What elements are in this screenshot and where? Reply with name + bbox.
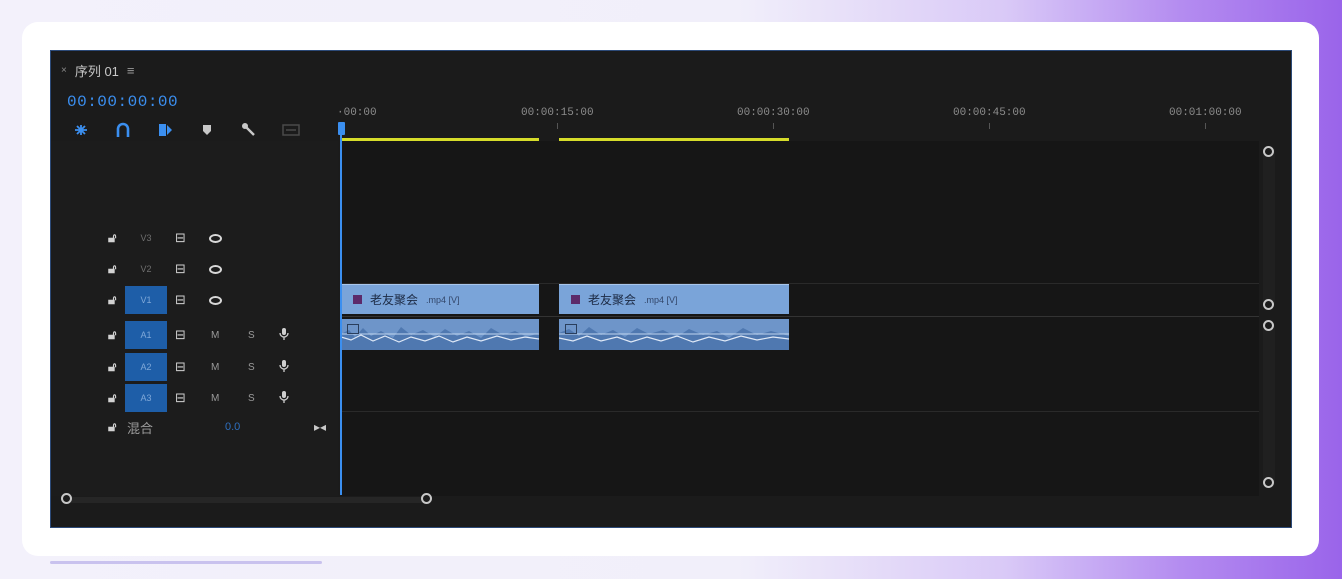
ruler-tick — [773, 123, 774, 129]
audio-clip-badge-icon — [347, 324, 359, 334]
timeline-panel: × 序列 01 ≡ 00:00:00:00 ·00:00 00:00:15:00… — [50, 50, 1292, 528]
track-header-v2: 🔓︎ V2 ⊟ — [51, 255, 338, 283]
track-header-mix: 🔓︎ 混合 0.0 ▸◂ — [51, 413, 338, 441]
snap-magnet-icon[interactable] — [113, 121, 133, 139]
ruler-label-15s: 00:00:15:00 — [521, 107, 594, 119]
track-header-a2: 🔓︎ A2 ⊟ M S — [51, 353, 338, 381]
scroll-knob[interactable] — [1263, 477, 1274, 488]
track-name[interactable]: V3 — [125, 224, 167, 252]
sync-lock-icon[interactable]: ⊟ — [175, 261, 186, 277]
lock-icon[interactable]: 🔓︎ — [108, 327, 116, 343]
clip-name: 老友聚会 — [370, 293, 419, 307]
clip-name: 老友聚会 — [588, 293, 637, 307]
mic-icon[interactable] — [279, 327, 289, 344]
ruler-label-45s: 00:00:45:00 — [953, 107, 1026, 119]
sync-lock-icon[interactable]: ⊟ — [175, 390, 186, 406]
fx-badge-icon — [571, 295, 580, 304]
timeline-toolbar — [71, 121, 301, 139]
sync-lock-icon[interactable]: ⊟ — [175, 230, 186, 246]
track-name[interactable]: A1 — [125, 321, 167, 349]
audio-waveform — [559, 327, 789, 350]
track-headers — [51, 141, 338, 496]
ruler-tick — [557, 123, 558, 129]
ripple-insert-icon[interactable] — [71, 121, 91, 139]
scroll-knob[interactable] — [1263, 146, 1274, 157]
playhead-timecode[interactable]: 00:00:00:00 — [67, 93, 178, 111]
solo-button[interactable]: S — [248, 330, 255, 341]
video-clip[interactable]: 老友聚会 .mp4 [V] — [559, 284, 789, 314]
video-vertical-scrollbar[interactable] — [1263, 147, 1275, 307]
audio-clip-badge-icon — [565, 324, 577, 334]
ruler-label-0: ·00:00 — [337, 107, 377, 119]
bowtie-icon[interactable]: ▸◂ — [314, 420, 326, 434]
video-clip[interactable]: 老友聚会 .mp4 [V] — [341, 284, 539, 314]
audio-clip[interactable] — [559, 319, 789, 350]
track-name[interactable]: V1 — [125, 286, 167, 314]
timeline-zoom-scrollbar[interactable] — [61, 491, 432, 509]
video-audio-divider — [341, 316, 1259, 317]
lock-icon[interactable]: 🔓︎ — [108, 230, 116, 246]
fx-badge-icon — [353, 295, 362, 304]
card-underline — [50, 561, 322, 564]
add-marker-icon[interactable] — [197, 121, 217, 139]
scroll-knob[interactable] — [1263, 320, 1274, 331]
sync-lock-icon[interactable]: ⊟ — [175, 359, 186, 375]
track-header-a3: 🔓︎ A3 ⊟ M S — [51, 384, 338, 412]
track-header-v3: 🔓︎ V3 ⊟ — [51, 224, 338, 252]
mix-volume-value[interactable]: 0.0 — [225, 421, 240, 433]
mic-icon[interactable] — [279, 359, 289, 376]
solo-button[interactable]: S — [248, 362, 255, 373]
linked-selection-icon[interactable] — [155, 121, 175, 139]
lock-icon[interactable]: 🔓︎ — [108, 261, 116, 277]
eye-icon[interactable] — [209, 233, 222, 243]
mic-icon[interactable] — [279, 390, 289, 407]
audio-waveform — [341, 327, 539, 350]
mute-button[interactable]: M — [211, 330, 219, 341]
zoom-knob-left[interactable] — [61, 493, 72, 504]
playhead-line[interactable] — [340, 135, 342, 495]
mix-track-label: 混合 — [127, 420, 154, 436]
scrollbar-track[interactable] — [69, 497, 427, 503]
audio-clip[interactable] — [341, 319, 539, 350]
sequence-title: 序列 01 — [74, 64, 119, 79]
sequence-tab[interactable]: × 序列 01 ≡ — [61, 61, 135, 80]
eye-icon[interactable] — [209, 295, 222, 305]
track-divider — [341, 411, 1259, 412]
ruler-label-30s: 00:00:30:00 — [737, 107, 810, 119]
mute-button[interactable]: M — [211, 393, 219, 404]
close-tab-icon[interactable]: × — [61, 65, 67, 76]
sync-lock-icon[interactable]: ⊟ — [175, 327, 186, 343]
ruler-label-60s: 00:01:00:00 — [1169, 107, 1242, 119]
lock-icon[interactable]: 🔓︎ — [108, 359, 116, 375]
clip-ext: .mp4 [V] — [426, 294, 460, 305]
captions-icon[interactable] — [281, 121, 301, 139]
wrench-settings-icon[interactable] — [239, 121, 259, 139]
lock-icon[interactable]: 🔓︎ — [108, 390, 116, 406]
track-name[interactable]: A2 — [125, 353, 167, 381]
track-name[interactable]: A3 — [125, 384, 167, 412]
mute-button[interactable]: M — [211, 362, 219, 373]
solo-button[interactable]: S — [248, 393, 255, 404]
eye-icon[interactable] — [209, 264, 222, 274]
audio-vertical-scrollbar[interactable] — [1263, 323, 1275, 487]
sync-lock-icon[interactable]: ⊟ — [175, 292, 186, 308]
lock-icon[interactable]: 🔓︎ — [108, 292, 116, 308]
zoom-knob-right[interactable] — [421, 493, 432, 504]
scroll-knob[interactable] — [1263, 299, 1274, 310]
ruler-tick — [989, 123, 990, 129]
track-header-a1: 🔓︎ A1 ⊟ M S — [51, 321, 338, 349]
clip-ext: .mp4 [V] — [644, 294, 678, 305]
playhead-handle[interactable] — [338, 122, 345, 135]
ruler-tick — [1205, 123, 1206, 129]
track-name[interactable]: V2 — [125, 255, 167, 283]
lock-icon[interactable]: 🔓︎ — [108, 419, 116, 435]
track-header-v1: 🔓︎ V1 ⊟ — [51, 286, 338, 314]
panel-menu-icon[interactable]: ≡ — [127, 63, 135, 78]
